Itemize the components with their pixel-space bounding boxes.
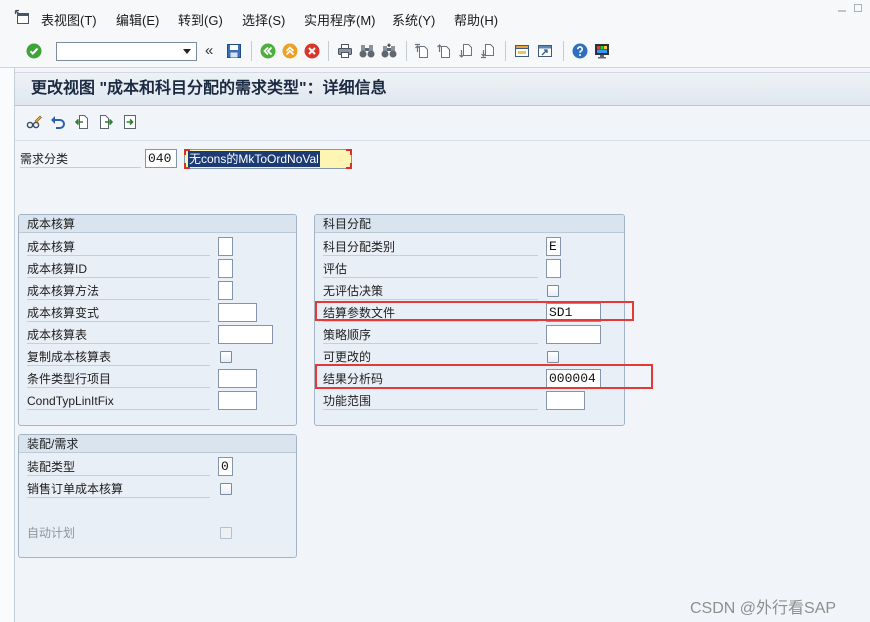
functional-area-field[interactable] bbox=[546, 391, 585, 410]
strategy-sequence-label: 策略顺序 bbox=[323, 326, 538, 344]
valuation-label: 评估 bbox=[323, 260, 538, 278]
focus-corner-marker bbox=[346, 163, 352, 169]
cond-typ-lin-it-fix-label: CondTypLinItFix bbox=[27, 392, 210, 410]
copy-costing-sheet-label: 复制成本核算表 bbox=[27, 348, 210, 366]
copy-costing-sheet-checkbox[interactable] bbox=[220, 351, 232, 363]
help-icon[interactable] bbox=[572, 43, 588, 59]
print-icon[interactable] bbox=[337, 43, 353, 59]
automatic-planning-label: 自动计划 bbox=[27, 526, 76, 540]
left-frame bbox=[0, 68, 15, 622]
functional-area-label: 功能范围 bbox=[323, 392, 538, 410]
changeable-checkbox[interactable] bbox=[547, 351, 559, 363]
undo-icon[interactable] bbox=[50, 114, 66, 130]
last-page-icon[interactable] bbox=[480, 43, 496, 59]
create-session-icon[interactable] bbox=[514, 43, 530, 59]
focus-corner-marker bbox=[346, 149, 352, 155]
previous-page-icon[interactable] bbox=[436, 43, 452, 59]
back-icon[interactable] bbox=[260, 43, 276, 59]
assembly-group-title: 装配/需求 bbox=[19, 435, 296, 453]
costing-label: 成本核算 bbox=[27, 238, 210, 256]
standard-toolbar: « bbox=[0, 34, 870, 68]
costing-group-title: 成本核算 bbox=[19, 215, 296, 233]
assembly-type-label: 装配类型 bbox=[27, 458, 210, 476]
condition-type-line-item-label: 条件类型行项目 bbox=[27, 370, 210, 388]
costing-variant-field[interactable] bbox=[218, 303, 257, 322]
menu-selection[interactable]: 选择(S) bbox=[242, 12, 285, 30]
toolbar-separator bbox=[505, 41, 506, 61]
cancel-icon[interactable] bbox=[304, 43, 320, 59]
watermark: CSDN @外行看SAP bbox=[690, 600, 837, 617]
page-title: 更改视图 "成本和科目分配的需求类型"：详细信息 bbox=[31, 80, 387, 97]
toolbar-separator bbox=[251, 41, 252, 61]
find-icon[interactable] bbox=[359, 43, 375, 59]
sales-order-costing-checkbox[interactable] bbox=[220, 483, 232, 495]
costing-variant-label: 成本核算变式 bbox=[27, 304, 210, 322]
strategy-sequence-field[interactable] bbox=[546, 325, 601, 344]
selected-description-text: 无cons的MkToOrdNoVal bbox=[188, 151, 320, 167]
costing-group: 成本核算 成本核算 成本核算ID 成本核算方法 成本核算变式 成本核算表 复制成… bbox=[18, 214, 297, 426]
shortcut-icon[interactable] bbox=[537, 43, 553, 59]
costing-sheet-label: 成本核算表 bbox=[27, 326, 210, 344]
assembly-type-field[interactable]: 0 bbox=[218, 457, 233, 476]
command-field[interactable] bbox=[56, 42, 197, 61]
account-assignment-category-field[interactable]: E bbox=[546, 237, 561, 256]
costing-method-label: 成本核算方法 bbox=[27, 282, 210, 300]
focus-corner-marker bbox=[184, 149, 190, 155]
application-toolbar bbox=[15, 106, 870, 141]
requirements-class-label: 需求分类 bbox=[20, 150, 141, 168]
next-entry-icon[interactable] bbox=[98, 114, 114, 130]
account-assignment-group-title: 科目分配 bbox=[315, 215, 624, 233]
find-next-icon[interactable] bbox=[381, 43, 397, 59]
customize-layout-icon[interactable] bbox=[594, 43, 610, 59]
display-change-icon[interactable] bbox=[26, 114, 42, 130]
costing-id-label: 成本核算ID bbox=[27, 260, 210, 278]
title-bar: 更改视图 "成本和科目分配的需求类型"：详细信息 bbox=[15, 72, 870, 106]
menu-utilities[interactable]: 实用程序(M) bbox=[304, 12, 376, 30]
system-menu-icon[interactable] bbox=[14, 9, 30, 25]
annotation-highlight-box bbox=[315, 364, 653, 389]
menu-help[interactable]: 帮助(H) bbox=[454, 12, 498, 30]
chevron-down-icon[interactable] bbox=[183, 49, 191, 54]
no-valuation-strategy-label: 无评估决策 bbox=[323, 282, 538, 300]
menu-edit[interactable]: 编辑(E) bbox=[116, 12, 159, 30]
costing-id-field[interactable] bbox=[218, 259, 233, 278]
sales-order-costing-label: 销售订单成本核算 bbox=[27, 480, 210, 498]
assembly-group: 装配/需求 装配类型 0 销售订单成本核算 自动计划 bbox=[18, 434, 297, 558]
valuation-field[interactable] bbox=[546, 259, 561, 278]
expand-toolbar-button[interactable]: « bbox=[205, 42, 213, 60]
next-page-icon[interactable] bbox=[458, 43, 474, 59]
account-assignment-category-label: 科目分配类别 bbox=[323, 238, 538, 256]
enter-icon[interactable] bbox=[26, 43, 42, 59]
save-icon[interactable] bbox=[226, 43, 242, 59]
menu-goto[interactable]: 转到(G) bbox=[178, 12, 223, 30]
menu-table-view[interactable]: 表视图(T) bbox=[41, 12, 97, 30]
select-entry-icon[interactable] bbox=[122, 114, 138, 130]
annotation-highlight-box bbox=[315, 301, 634, 321]
previous-entry-icon[interactable] bbox=[74, 114, 90, 130]
menu-bar: 表视图(T) 编辑(E) 转到(G) 选择(S) 实用程序(M) 系统(Y) 帮… bbox=[0, 0, 870, 34]
no-valuation-strategy-checkbox[interactable] bbox=[547, 285, 559, 297]
automatic-planning-checkbox[interactable] bbox=[220, 527, 232, 539]
maximize-icon[interactable] bbox=[852, 2, 864, 14]
requirements-class-field[interactable]: 040 bbox=[145, 149, 177, 168]
minimize-icon[interactable] bbox=[836, 2, 848, 14]
exit-icon[interactable] bbox=[282, 43, 298, 59]
toolbar-separator bbox=[563, 41, 564, 61]
condition-type-line-item-field[interactable] bbox=[218, 369, 257, 388]
first-page-icon[interactable] bbox=[414, 43, 430, 59]
costing-field[interactable] bbox=[218, 237, 233, 256]
toolbar-separator bbox=[328, 41, 329, 61]
cond-typ-lin-it-fix-field[interactable] bbox=[218, 391, 257, 410]
menu-system[interactable]: 系统(Y) bbox=[392, 12, 435, 30]
costing-sheet-field[interactable] bbox=[218, 325, 273, 344]
costing-method-field[interactable] bbox=[218, 281, 233, 300]
focus-corner-marker bbox=[184, 163, 190, 169]
requirements-class-description-field[interactable]: 无cons的MkToOrdNoVal bbox=[184, 149, 352, 169]
toolbar-separator bbox=[406, 41, 407, 61]
